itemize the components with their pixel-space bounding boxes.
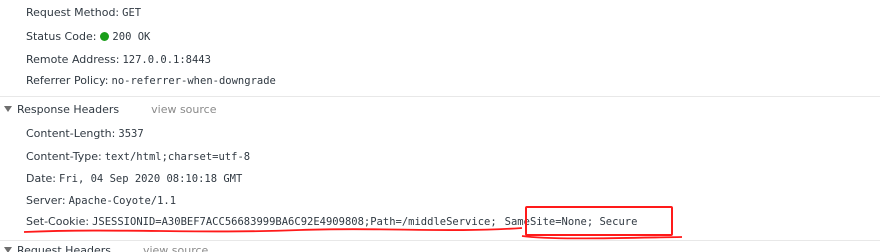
annotation-highlight-box bbox=[525, 206, 673, 236]
red-underline-tail bbox=[521, 235, 683, 240]
section-divider bbox=[0, 240, 880, 241]
expand-triangle-icon bbox=[4, 247, 12, 252]
request-headers-toggle[interactable]: Request Headers view source bbox=[4, 242, 208, 252]
annotation-underline bbox=[23, 227, 683, 240]
request-headers-title: Request Headers bbox=[17, 244, 111, 252]
request-headers-view-source-link[interactable]: view source bbox=[143, 244, 208, 252]
red-underline-stroke bbox=[23, 227, 523, 233]
